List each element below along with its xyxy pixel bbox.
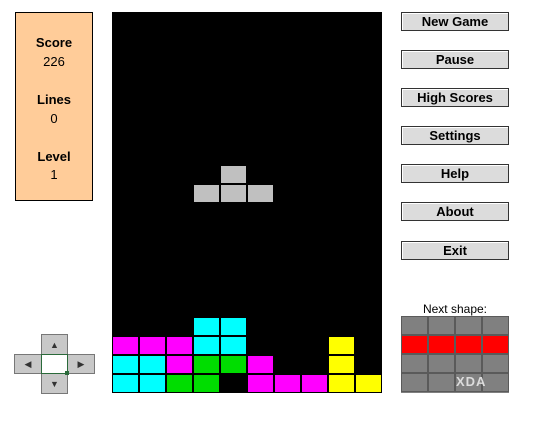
stack-block [139, 355, 166, 374]
next-piece-block [455, 335, 482, 354]
stack-block [274, 374, 301, 393]
next-empty-cell [428, 316, 455, 335]
about-button[interactable]: About [401, 202, 509, 221]
stack-block [220, 336, 247, 355]
next-empty-cell [428, 354, 455, 373]
stack-block [139, 336, 166, 355]
pause-button[interactable]: Pause [401, 50, 509, 69]
active-piece-block [193, 184, 220, 203]
next-empty-cell [455, 316, 482, 335]
active-piece-block [247, 184, 274, 203]
stack-block [139, 374, 166, 393]
stack-block [220, 355, 247, 374]
watermark: XDA [456, 374, 487, 389]
exit-button[interactable]: Exit [401, 241, 509, 260]
level-label: Level [37, 149, 71, 164]
next-empty-cell [482, 354, 509, 373]
arrow-down-icon: ▼ [50, 378, 59, 389]
stack-block [112, 355, 139, 374]
stack-block [166, 355, 193, 374]
active-piece-block [220, 184, 247, 203]
next-empty-cell [482, 316, 509, 335]
next-empty-cell [428, 373, 455, 392]
lines-value: 0 [50, 111, 58, 126]
stack-block [166, 374, 193, 393]
high-scores-button[interactable]: High Scores [401, 88, 509, 107]
stack-block [328, 355, 355, 374]
settings-button[interactable]: Settings [401, 126, 509, 145]
stack-block [193, 355, 220, 374]
next-piece-block [482, 335, 509, 354]
stack-block [328, 336, 355, 355]
stack-block [193, 374, 220, 393]
down-button[interactable]: ▼ [41, 373, 68, 394]
stack-block [193, 317, 220, 336]
direction-pad: ▲ ◀ ▶ ▼ [14, 334, 96, 394]
next-piece-block [428, 335, 455, 354]
stack-block [112, 374, 139, 393]
game-board[interactable] [112, 12, 382, 393]
stack-block [247, 355, 274, 374]
stack-block [166, 336, 193, 355]
stack-block [355, 374, 382, 393]
active-piece-block [220, 165, 247, 184]
next-empty-cell [401, 373, 428, 392]
lines-label: Lines [37, 92, 71, 107]
next-empty-cell [401, 316, 428, 335]
up-button[interactable]: ▲ [41, 334, 68, 355]
next-shape-label: Next shape: [422, 302, 488, 316]
next-empty-cell [455, 354, 482, 373]
center-button[interactable] [41, 354, 69, 375]
next-piece-block [401, 335, 428, 354]
level-value: 1 [50, 167, 58, 182]
right-button[interactable]: ▶ [67, 354, 95, 374]
new-game-button[interactable]: New Game [401, 12, 509, 31]
arrow-up-icon: ▲ [50, 339, 59, 350]
help-button[interactable]: Help [401, 164, 509, 183]
stats-panel: Score 226 Lines 0 Level 1 [15, 12, 93, 201]
stack-block [247, 374, 274, 393]
stack-block [301, 374, 328, 393]
score-label: Score [35, 35, 73, 50]
stack-block [220, 317, 247, 336]
left-button[interactable]: ◀ [14, 354, 42, 374]
arrow-left-icon: ◀ [24, 358, 32, 369]
stack-block [328, 374, 355, 393]
next-shape-preview [401, 316, 509, 393]
next-empty-cell [401, 354, 428, 373]
stack-block [112, 336, 139, 355]
score-value: 226 [43, 54, 65, 69]
stack-block [193, 336, 220, 355]
focus-marker [65, 371, 69, 375]
arrow-right-icon: ▶ [77, 358, 85, 369]
